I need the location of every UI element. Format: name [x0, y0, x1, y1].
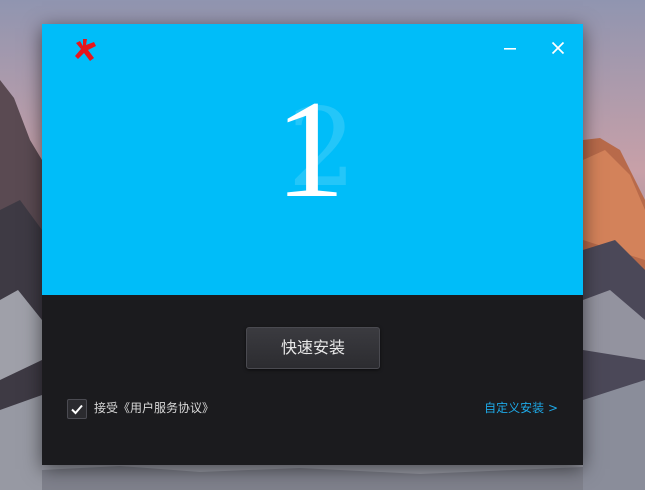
quick-install-button[interactable]: 快速安装 [246, 327, 380, 369]
app-logo-icon [75, 39, 96, 61]
user-agreement-label[interactable]: 接受《用户服务协议》 [94, 400, 214, 416]
step-banner: 2 1 [42, 24, 583, 295]
installer-window: 2 1 快速安装 接受《用户服务协议》 自定义安装 > [42, 24, 583, 465]
checkmark-icon [71, 404, 83, 415]
minimize-button[interactable] [498, 36, 522, 60]
minimize-icon [504, 48, 516, 50]
close-button[interactable] [546, 36, 570, 60]
close-icon [551, 41, 565, 55]
step-number: 1 [275, 72, 345, 227]
agree-checkbox[interactable] [67, 399, 87, 419]
custom-install-link[interactable]: 自定义安装 > [484, 400, 558, 416]
action-panel: 快速安装 接受《用户服务协议》 自定义安装 > [42, 295, 583, 465]
